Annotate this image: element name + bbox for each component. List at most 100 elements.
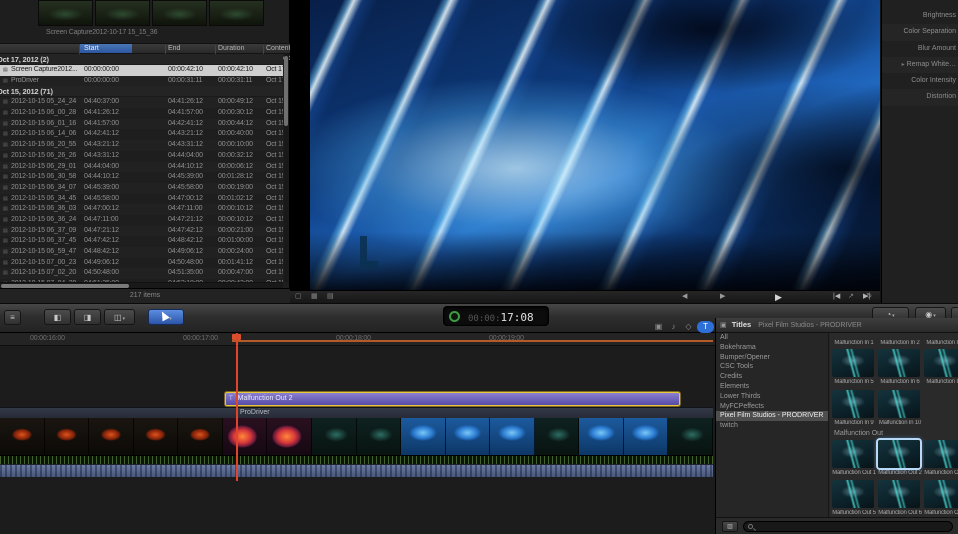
loop-playback-icon[interactable]: ↻ (866, 291, 872, 303)
search-input[interactable] (743, 521, 953, 532)
clip-list-row[interactable]: ▤ ProDriver 00:00:00:00 00:00:31:11 00:0… (0, 75, 283, 87)
clip-end: 04:44:04:00 (168, 151, 203, 159)
clip-icon: ▤ (3, 99, 8, 106)
layers-icon[interactable]: ▤ (327, 291, 334, 303)
clip-icon: ▤ (3, 131, 8, 138)
append-clip-button[interactable]: ◫▾ (104, 309, 135, 325)
event-filmstrip-thumb[interactable] (38, 0, 93, 26)
category-item[interactable]: MyFCPeffects (716, 402, 828, 412)
disclosure-triangle-icon[interactable]: ▸ (902, 62, 905, 68)
title-item-label[interactable]: Malfunction Out 1 (831, 470, 877, 476)
clip-list-row[interactable]: ▤ 2012-10-15 07_02_20 04:50:48:00 04:51:… (0, 268, 283, 280)
timeline-video-filmstrip[interactable] (0, 418, 713, 456)
title-thumbnail[interactable] (878, 390, 920, 418)
title-thumbnail[interactable] (832, 440, 874, 468)
title-item-label[interactable]: Malfunction In 10 (877, 420, 923, 426)
title-item-label[interactable]: Malfunction Out 7 (923, 510, 958, 516)
video-preview[interactable] (310, 0, 880, 290)
category-all[interactable]: All (716, 333, 828, 343)
clip-list-row-selected[interactable]: ▤ Screen Capture2012... 00:00:00:00 00:0… (0, 65, 283, 76)
title-item-label[interactable]: Malfunction In 5 (831, 379, 877, 385)
category-item[interactable]: twitch (716, 421, 828, 431)
title-thumbnail[interactable] (924, 349, 958, 377)
clip-list-row[interactable]: ▤ 2012-10-15 06_36_24 04:47:11:00 04:47:… (0, 214, 283, 226)
title-thumbnail[interactable] (832, 390, 874, 418)
clip-list-row[interactable]: ▤ 2012-10-15 06_00_28 04:41:26:12 04:41:… (0, 108, 283, 119)
event-filmstrip-thumb[interactable] (209, 0, 264, 26)
crop-icon[interactable]: ▢ (295, 291, 302, 303)
clip-list-row[interactable]: ▤ 2012-10-15 06_34_07 04:45:39:00 04:45:… (0, 182, 283, 194)
music-browser-icon[interactable]: ♪ (667, 321, 680, 333)
install-media-button[interactable]: ▥ (722, 521, 738, 532)
date-group-header[interactable]: Oct 15, 2012 (71) (0, 86, 283, 98)
clip-list-row[interactable]: ▤ 2012-10-15 06_01_16 04:41:57:00 04:42:… (0, 118, 283, 130)
clip-list-row[interactable]: ▤ 2012-10-15 06_36_03 04:47:00:12 04:47:… (0, 204, 283, 215)
title-item-label[interactable]: Malfunction Out 6 (877, 510, 923, 516)
title-item-label[interactable]: Malfunction Out 5 (831, 510, 877, 516)
title-item-label[interactable]: Malfunction In 2 (877, 340, 923, 346)
title-thumbnail[interactable] (878, 480, 920, 508)
audio-component-bar[interactable] (0, 464, 713, 477)
param-color-separation: Color Separation (882, 24, 958, 40)
play-button[interactable]: ▶ (775, 291, 782, 303)
title-item-label[interactable]: Malfunction Out 3 (923, 470, 958, 476)
title-item-label[interactable]: Malfunction In 1 (831, 340, 877, 346)
next-edit-button[interactable]: ▶ (720, 291, 725, 303)
clip-list-row[interactable]: ▤ 2012-10-15 07_00_23 04:49:06:12 04:50:… (0, 257, 283, 269)
timeline-title-clip-selected[interactable]: T Malfunction Out 2 (225, 392, 680, 406)
previous-frame-button[interactable]: |◀ (833, 291, 840, 303)
category-item[interactable]: Credits (716, 372, 828, 382)
clip-list-row[interactable]: ▤ 2012-10-15 06_30_58 04:44:10:12 04:45:… (0, 172, 283, 183)
transform-grid-icon[interactable]: ▦ (311, 291, 318, 303)
primary-storyline-clip-header[interactable]: ProDriver (0, 407, 713, 418)
scale-view-icon[interactable]: ↗ (848, 291, 854, 303)
category-item-selected[interactable]: Pixel Film Studios - PRODRIVER (716, 411, 828, 422)
title-thumbnail[interactable] (924, 480, 958, 508)
photos-browser-icon[interactable]: ▣ (652, 321, 665, 333)
clip-list-row[interactable]: ▤ 2012-10-15 06_29_01 04:44:04:00 04:44:… (0, 161, 283, 173)
timecode-dashboard[interactable]: 00:00:17:08 (443, 306, 549, 326)
clip-list-row[interactable]: ▤ 2012-10-15 06_37_45 04:47:42:12 04:48:… (0, 236, 283, 247)
param-remap-white[interactable]: ▸ Remap White… (882, 57, 958, 73)
title-item-label[interactable]: Malfunction In 6 (877, 379, 923, 385)
date-group-header[interactable]: Oct 17, 2012 (2) (0, 54, 283, 65)
category-item[interactable]: CSC Tools (716, 362, 828, 372)
clip-list-row[interactable]: ▤ 2012-10-15 06_37_09 04:47:21:12 04:47:… (0, 225, 283, 237)
timeline-index-button[interactable]: ≡ (4, 310, 21, 325)
event-filmstrip-thumb[interactable] (95, 0, 150, 26)
column-header-end[interactable]: End (168, 44, 180, 54)
title-thumbnail-selected[interactable] (878, 440, 920, 468)
background-tasks-indicator[interactable] (449, 311, 460, 322)
title-thumbnail[interactable] (832, 480, 874, 508)
title-thumbnail[interactable] (924, 440, 958, 468)
title-item-label[interactable]: Malfunction In 9 (831, 420, 877, 426)
title-item-label-selected[interactable]: Malfunction Out 2 (877, 470, 923, 476)
category-item[interactable]: Lower Thirds (716, 392, 828, 402)
select-tool-button[interactable]: ▾ (148, 309, 184, 325)
clip-list-row[interactable]: ▤ 2012-10-15 06_20_55 04:43:21:12 04:43:… (0, 140, 283, 151)
title-thumbnail[interactable] (832, 349, 874, 377)
clip-list-row[interactable]: ▤ 2012-10-15 06_59_47 04:48:42:12 04:49:… (0, 247, 283, 258)
category-item[interactable]: Bumper/Opener (716, 353, 828, 363)
clip-list-row[interactable]: ▤ 2012-10-15 05_24_24 04:40:37:00 04:41:… (0, 97, 283, 109)
category-item[interactable]: Bokehrama (716, 343, 828, 353)
title-item-label[interactable]: Malfunction In 3 (923, 340, 958, 346)
clip-list-row[interactable]: ▤ 2012-10-15 06_14_06 04:42:41:12 04:43:… (0, 129, 283, 141)
title-item-label[interactable]: Malfunction In 7 (923, 379, 958, 385)
vertical-scrollbar[interactable] (284, 54, 289, 282)
clip-list-row[interactable]: ▤ 2012-10-15 06_26_26 04:43:31:12 04:44:… (0, 150, 283, 162)
column-header-start[interactable]: Start (80, 44, 132, 53)
title-thumbnail[interactable] (878, 349, 920, 377)
transitions-browser-icon[interactable]: ◇ (682, 321, 695, 333)
event-filmstrip-thumb[interactable] (152, 0, 207, 26)
clip-list-row[interactable]: ▤ 2012-10-15 06_34_45 04:45:58:00 04:47:… (0, 193, 283, 205)
insert-clip-button[interactable]: ◨ (74, 309, 101, 325)
playhead[interactable] (236, 333, 238, 481)
clip-start: 04:47:42:12 (84, 237, 119, 245)
titles-browser-icon[interactable]: T (697, 321, 714, 333)
column-header-duration[interactable]: Duration (218, 44, 244, 54)
connect-clip-button[interactable]: ◧ (44, 309, 71, 325)
clip-icon: ▤ (3, 110, 8, 117)
category-item[interactable]: Elements (716, 382, 828, 392)
previous-edit-button[interactable]: ◀ (682, 291, 687, 303)
